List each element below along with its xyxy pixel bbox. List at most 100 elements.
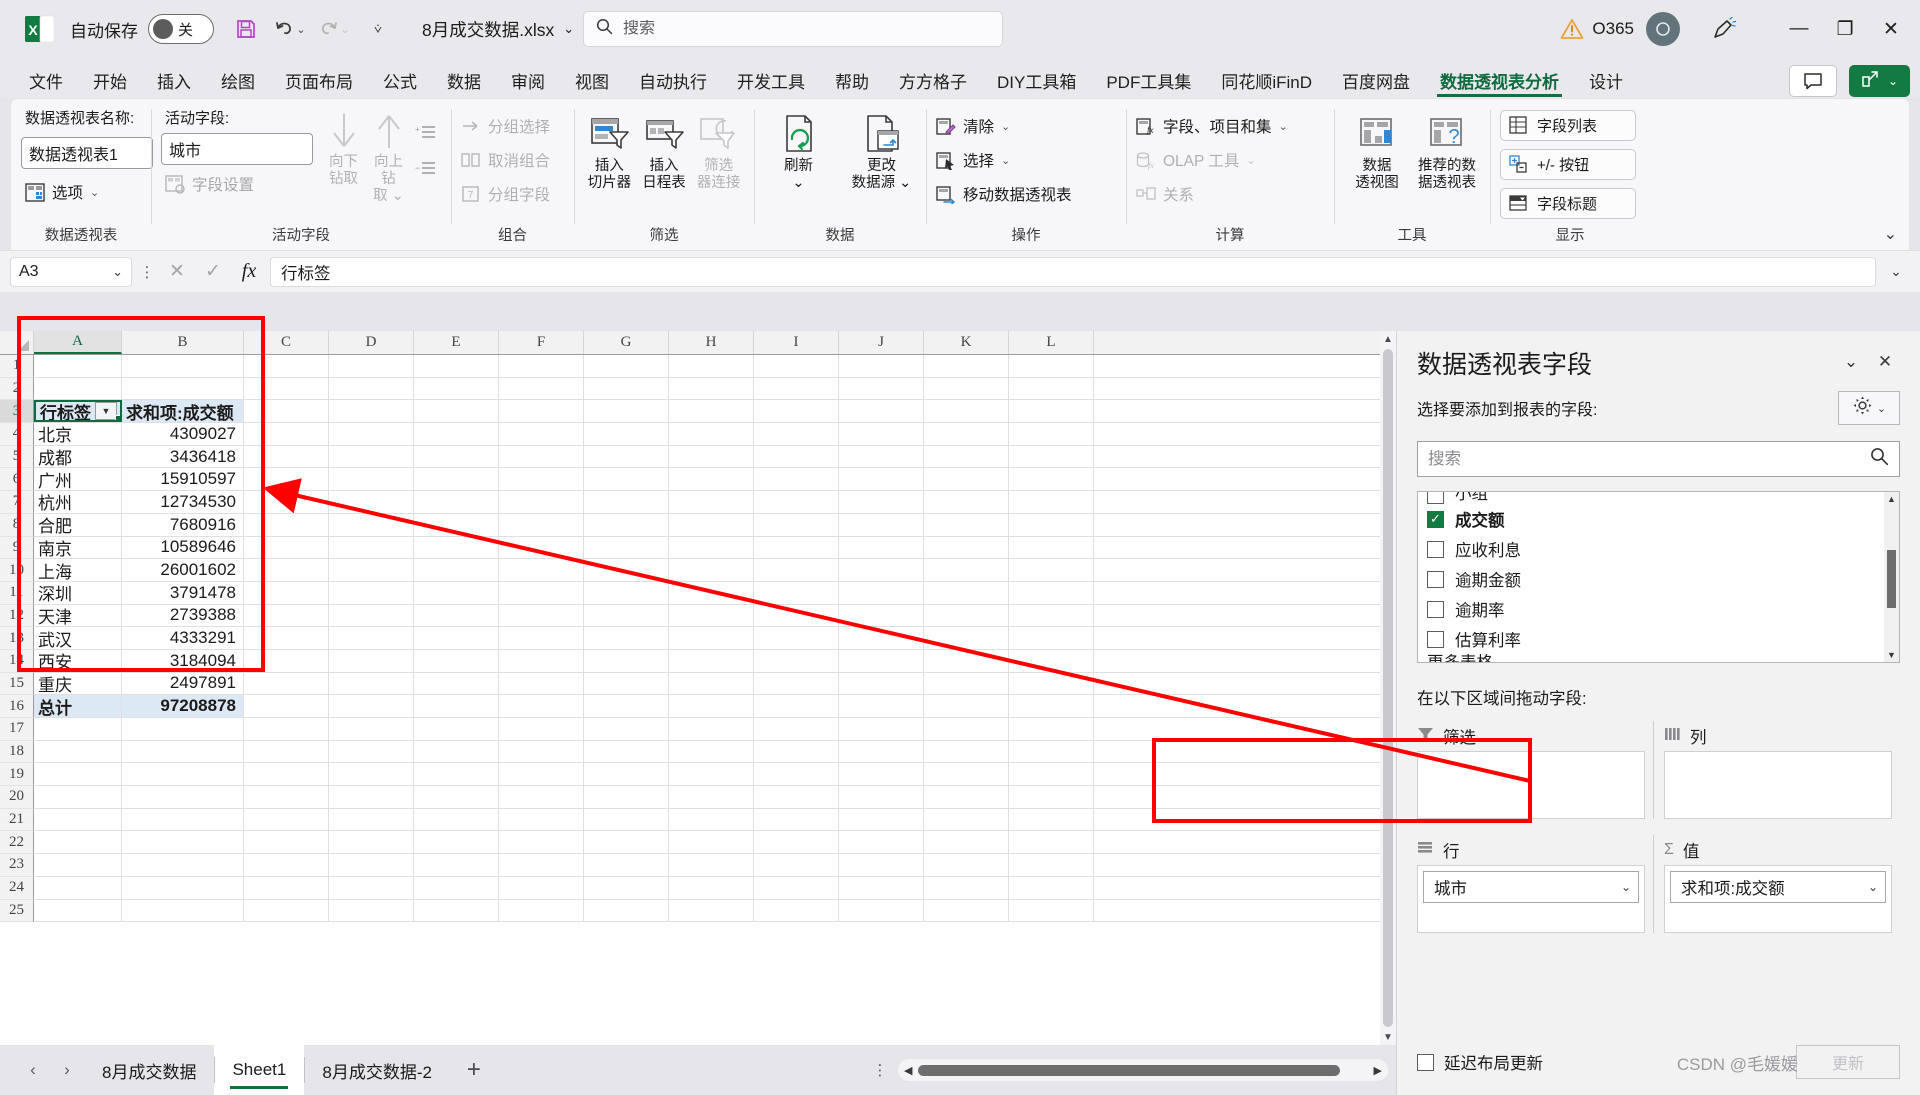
cell-A9[interactable]: 南京 xyxy=(34,536,122,559)
confirm-icon[interactable]: ✓ xyxy=(198,260,228,283)
cell-K24[interactable] xyxy=(924,876,1009,899)
cell-L20[interactable] xyxy=(1009,786,1094,808)
chevron-down-icon[interactable]: ⌄ xyxy=(1621,880,1631,894)
cell-I8[interactable] xyxy=(754,513,839,536)
cell-J20[interactable] xyxy=(839,786,924,808)
column-header-E[interactable]: E xyxy=(414,331,499,354)
cell-L5[interactable] xyxy=(1009,445,1094,468)
cell-B7[interactable]: 12734530 xyxy=(122,491,244,513)
cell-A16[interactable]: 总计 xyxy=(34,695,122,717)
cell-L12[interactable] xyxy=(1009,604,1094,627)
cell-J7[interactable] xyxy=(839,491,924,513)
row-header-7[interactable]: 7 xyxy=(0,491,34,514)
cell-I18[interactable] xyxy=(754,740,839,763)
cell-D10[interactable] xyxy=(329,559,414,581)
vertical-scroll-thumb[interactable] xyxy=(1383,349,1393,1027)
column-header-H[interactable]: H xyxy=(669,331,754,354)
zone-filters[interactable]: 筛选 xyxy=(1417,721,1653,819)
column-header-I[interactable]: I xyxy=(754,331,839,354)
cell-F21[interactable] xyxy=(499,808,584,831)
cell-F15[interactable] xyxy=(499,672,584,695)
cell-J6[interactable] xyxy=(839,468,924,491)
cell-A11[interactable]: 深圳 xyxy=(34,581,122,604)
pen-icon[interactable] xyxy=(1702,9,1746,49)
cell-J1[interactable] xyxy=(839,355,924,377)
ribbon-tab-insert[interactable]: 插入 xyxy=(142,62,206,98)
field-headers-button[interactable]: 字段标题 xyxy=(1500,188,1636,219)
cell-C24[interactable] xyxy=(244,876,329,899)
fields-search-input[interactable] xyxy=(1428,449,1870,469)
row-header-20[interactable]: 20 xyxy=(0,786,34,809)
zone-dropbox-values[interactable]: 求和项:成交额 ⌄ xyxy=(1664,865,1892,933)
gear-caret-icon[interactable]: ⌄ xyxy=(1877,402,1886,415)
cell-H13[interactable] xyxy=(669,627,754,649)
cell-B16[interactable]: 97208878 xyxy=(122,695,244,717)
cell-E24[interactable] xyxy=(414,876,499,899)
column-header-B[interactable]: B xyxy=(122,331,244,354)
cell-D21[interactable] xyxy=(329,808,414,831)
cell-L2[interactable] xyxy=(1009,377,1094,400)
cell-K10[interactable] xyxy=(924,559,1009,581)
ribbon-tab-diy-toolbox[interactable]: DIY工具箱 xyxy=(982,62,1091,98)
cell-E14[interactable] xyxy=(414,649,499,672)
cell-C9[interactable] xyxy=(244,536,329,559)
cell-F8[interactable] xyxy=(499,513,584,536)
row-header-8[interactable]: 8 xyxy=(0,513,34,537)
chevron-right-icon[interactable]: › xyxy=(50,1053,84,1087)
cell-A19[interactable] xyxy=(34,763,122,786)
ribbon-tab-design[interactable]: 设计 xyxy=(1574,62,1638,98)
cell-K19[interactable] xyxy=(924,763,1009,786)
cell-F13[interactable] xyxy=(499,627,584,649)
cell-I1[interactable] xyxy=(754,355,839,377)
cell-C2[interactable] xyxy=(244,377,329,400)
cell-D8[interactable] xyxy=(329,513,414,536)
cell-C20[interactable] xyxy=(244,786,329,808)
chevron-down-icon[interactable]: ⌄ xyxy=(1001,120,1010,133)
ribbon-tab-developer[interactable]: 开发工具 xyxy=(722,62,820,98)
cell-G11[interactable] xyxy=(584,581,669,604)
column-header-C[interactable]: C xyxy=(244,331,329,354)
cell-J8[interactable] xyxy=(839,513,924,536)
cell-D6[interactable] xyxy=(329,468,414,491)
cell-H2[interactable] xyxy=(669,377,754,400)
cell-F7[interactable] xyxy=(499,491,584,513)
cell-F4[interactable] xyxy=(499,423,584,445)
cell-A8[interactable]: 合肥 xyxy=(34,513,122,536)
cell-E21[interactable] xyxy=(414,808,499,831)
cell-F19[interactable] xyxy=(499,763,584,786)
cell-H3[interactable] xyxy=(669,400,754,423)
zone-rows[interactable]: 行 城市 ⌄ xyxy=(1417,835,1653,933)
cell-K7[interactable] xyxy=(924,491,1009,513)
cell-I12[interactable] xyxy=(754,604,839,627)
cell-C10[interactable] xyxy=(244,559,329,581)
cell-K12[interactable] xyxy=(924,604,1009,627)
cell-I3[interactable] xyxy=(754,400,839,423)
cell-L13[interactable] xyxy=(1009,627,1094,649)
cell-B8[interactable]: 7680916 xyxy=(122,513,244,536)
cell-J2[interactable] xyxy=(839,377,924,400)
cell-G24[interactable] xyxy=(584,876,669,899)
cell-H10[interactable] xyxy=(669,559,754,581)
cell-F25[interactable] xyxy=(499,899,584,922)
cell-J12[interactable] xyxy=(839,604,924,627)
cell-L4[interactable] xyxy=(1009,423,1094,445)
cell-I21[interactable] xyxy=(754,808,839,831)
change-data-source-button[interactable]: 更改 数据源 ⌄ xyxy=(847,109,916,192)
cell-J25[interactable] xyxy=(839,899,924,922)
cell-J18[interactable] xyxy=(839,740,924,763)
cell-E5[interactable] xyxy=(414,445,499,468)
row-header-19[interactable]: 19 xyxy=(0,763,34,787)
row-header-12[interactable]: 12 xyxy=(0,604,34,628)
cell-C13[interactable] xyxy=(244,627,329,649)
cell-I24[interactable] xyxy=(754,876,839,899)
insert-slicer-button[interactable]: 插入 切片器 xyxy=(584,109,635,192)
column-header-K[interactable]: K xyxy=(924,331,1009,354)
cell-L15[interactable] xyxy=(1009,672,1094,695)
checkbox-chengjiaoe[interactable]: ✓ xyxy=(1427,510,1444,528)
cell-F11[interactable] xyxy=(499,581,584,604)
cell-B21[interactable] xyxy=(122,808,244,831)
cell-D19[interactable] xyxy=(329,763,414,786)
ribbon-tab-baidu-netdisk[interactable]: 百度网盘 xyxy=(1327,62,1425,98)
cell-J14[interactable] xyxy=(839,649,924,672)
cell-L11[interactable] xyxy=(1009,581,1094,604)
